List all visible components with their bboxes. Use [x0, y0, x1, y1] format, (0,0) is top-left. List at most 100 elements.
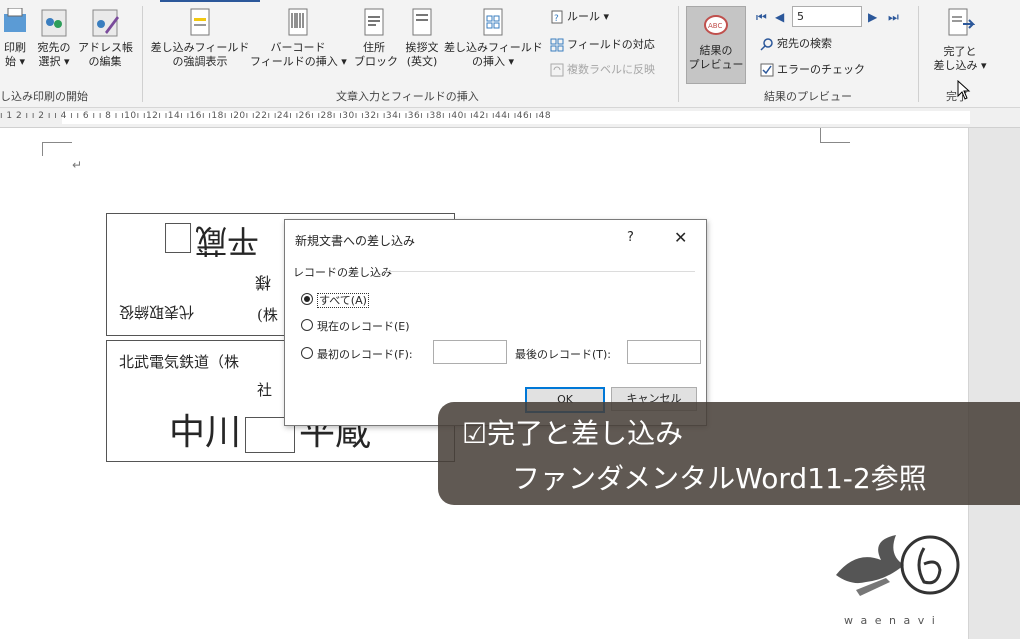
radio-current-label: 現在のレコード(E): [317, 320, 410, 333]
address-block-button[interactable]: 住所 ブロック: [354, 8, 398, 69]
label1-company: 代表取締役: [119, 303, 195, 321]
document-highlight-icon: [190, 8, 210, 36]
first-record-icon[interactable]: ⏮: [756, 10, 767, 25]
horizontal-ruler[interactable]: ı 1 2 ı ı 2 ı ı 4 ı ı 6 ı ı 8 ı ı10ı ı12…: [0, 108, 1020, 128]
highlight-sub: の強調表示: [172, 55, 228, 68]
instruction-overlay: ☑完了と差し込み ファンダメンタルWord11-2参照: [438, 402, 1020, 505]
find-recipient-button[interactable]: 宛先の検索: [760, 36, 832, 52]
label1-company-prefix: (株: [257, 306, 278, 324]
highlight-label: 差し込みフィールド: [150, 41, 250, 54]
to-record-input[interactable]: [627, 340, 701, 364]
overlay-line-2: ファンダメンタルWord11-2参照: [512, 462, 927, 495]
greeting-icon: [412, 8, 432, 36]
print-sub: 始 ▾: [4, 55, 26, 68]
print-label: 印刷: [4, 41, 26, 54]
help-button[interactable]: ?: [627, 230, 634, 245]
check-errors-label: エラーのチェック: [777, 63, 865, 76]
greeting-label: 挨拶文: [405, 41, 439, 54]
radio-all[interactable]: すべて(A): [301, 292, 369, 308]
match-fields-icon: [550, 38, 564, 52]
finish-label: 完了と: [943, 45, 977, 58]
address-label: 住所: [363, 41, 385, 54]
preview-abc-icon: ABC: [704, 15, 728, 35]
select-sub: 選択 ▾: [38, 55, 70, 68]
preview-group-label: 結果のプレビュー: [764, 90, 852, 103]
edit-address-list-button[interactable]: アドレス帳 の編集: [78, 8, 133, 69]
label1-name: 平蔵: [165, 220, 259, 266]
dialog-title: 新規文書への差し込み: [295, 234, 416, 248]
barcode-icon: [288, 8, 308, 36]
margin-mark: [820, 142, 850, 143]
start-group-label: し込み印刷の開始: [0, 90, 88, 103]
insert-barcode-button[interactable]: バーコード フィールドの挿入 ▾: [250, 8, 347, 69]
label2-surname: 中川: [169, 412, 242, 453]
previous-record-icon[interactable]: ◀: [775, 10, 784, 24]
next-record-icon[interactable]: ▶: [868, 10, 877, 24]
people-icon: [41, 9, 67, 37]
logo-text: w a e n a v i: [844, 614, 937, 627]
radio-record-range[interactable]: 最初のレコード(F):: [301, 346, 413, 362]
last-record-icon[interactable]: ⏭: [888, 10, 899, 25]
finish-merge-icon: [948, 8, 975, 36]
greeting-sub: (英文): [406, 55, 438, 68]
address-block-icon: [364, 8, 384, 36]
margin-mark: [820, 128, 821, 143]
group-divider: [142, 6, 143, 102]
rules-label: ルール ▾: [567, 10, 610, 23]
section-divider: [385, 271, 695, 272]
update-labels-button[interactable]: 複数ラベルに反映: [550, 62, 655, 78]
paragraph-mark: ↵: [72, 158, 83, 172]
address-sub: ブロック: [354, 55, 398, 68]
radio-icon: [301, 319, 313, 331]
mouse-cursor-icon: [957, 80, 971, 100]
bird-logo-icon: [836, 535, 960, 596]
update-labels-label: 複数ラベルに反映: [567, 63, 655, 76]
record-number-input[interactable]: 5: [792, 6, 862, 27]
overlay-line-1: ☑完了と差し込み: [462, 417, 684, 450]
finish-merge-button[interactable]: 完了と 差し込み ▾: [924, 8, 996, 73]
preview-results-button[interactable]: ABC 結果の プレビュー: [686, 6, 746, 84]
fields-group-label: 文章入力とフィールドの挿入: [336, 90, 479, 103]
find-label: 宛先の検索: [777, 37, 832, 50]
insert-merge-field-button[interactable]: 差し込みフィールド の挿入 ▾: [444, 8, 543, 69]
merge-records-section-label: レコードの差し込み: [293, 266, 392, 279]
radio-from-label: 最初のレコード(F):: [317, 348, 413, 361]
group-divider: [678, 6, 679, 102]
radio-current-record[interactable]: 現在のレコード(E): [301, 318, 410, 334]
ruler-ticks: ı 1 2 ı ı 2 ı ı 4 ı ı 6 ı ı 8 ı ı10ı ı12…: [0, 111, 552, 121]
radio-all-label: すべて(A): [317, 293, 369, 308]
merge-field-icon: [483, 8, 503, 36]
barcode-sub: フィールドの挿入 ▾: [250, 55, 347, 68]
match-fields-button[interactable]: フィールドの対応: [550, 37, 655, 53]
close-icon[interactable]: ✕: [674, 228, 687, 247]
start-mail-merge-button[interactable]: 印刷 始 ▾: [0, 8, 30, 69]
rules-button[interactable]: ? ルール ▾: [550, 9, 609, 25]
rules-icon: ?: [551, 10, 563, 24]
margin-mark: [42, 142, 72, 143]
svg-text:?: ?: [554, 14, 559, 24]
label2-title: 社: [257, 381, 273, 399]
insert-label: 差し込みフィールド: [444, 41, 543, 54]
merge-to-new-document-dialog[interactable]: 新規文書への差し込み ? ✕ レコードの差し込み すべて(A) 現在のレコード(…: [284, 219, 707, 426]
printer-icon: [4, 8, 26, 32]
barcode-label: バーコード: [270, 41, 326, 54]
label1-space-box: [165, 223, 191, 254]
preview-sub: プレビュー: [688, 58, 744, 71]
group-divider: [918, 6, 919, 102]
label1-title: 様: [255, 273, 272, 292]
highlight-merge-fields-button[interactable]: 差し込みフィールド の強調表示: [150, 8, 250, 69]
match-fields-label: フィールドの対応: [567, 38, 655, 51]
finish-sub: 差し込み ▾: [933, 59, 987, 72]
update-labels-icon: [550, 63, 564, 77]
greeting-line-button[interactable]: 挨拶文 (英文): [400, 8, 444, 69]
label1-name-text: 平蔵: [195, 222, 260, 260]
select-recipients-button[interactable]: 宛先の 選択 ▾: [34, 8, 74, 69]
to-record-label: 最後のレコード(T):: [515, 348, 612, 361]
check-errors-button[interactable]: エラーのチェック: [760, 62, 865, 78]
edit-sub: の編集: [88, 55, 122, 68]
from-record-input[interactable]: [433, 340, 507, 364]
label2-company: 北武電気鉄道（株: [119, 353, 240, 371]
margin-mark: [42, 142, 43, 156]
waenavi-logo: w a e n a v i: [826, 520, 966, 632]
edit-label: アドレス帳: [78, 41, 133, 54]
